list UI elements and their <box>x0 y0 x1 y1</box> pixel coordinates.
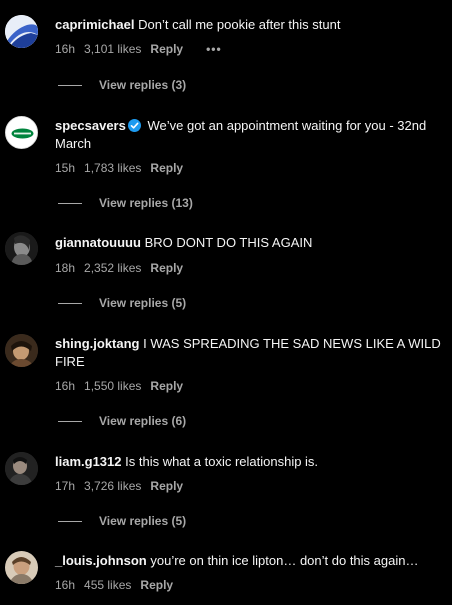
comment-meta: 16h 1,550 likes Reply <box>55 379 183 393</box>
comment-text-block: liam.g1312 Is this what a toxic relation… <box>55 453 444 471</box>
comment-time: 16h <box>55 379 76 393</box>
comment-meta: 17h 3,726 likes Reply <box>55 479 183 493</box>
avatar[interactable] <box>5 116 38 149</box>
comment-likes[interactable]: 1,550 likes <box>84 379 141 393</box>
comment-likes[interactable]: 2,352 likes <box>84 261 141 275</box>
reply-button[interactable]: Reply <box>150 479 183 493</box>
view-replies-button[interactable]: View replies (6) <box>58 414 186 428</box>
comment-body: BRO DONT DO THIS AGAIN <box>144 235 313 250</box>
divider-line <box>58 520 82 522</box>
divider-line <box>58 420 82 422</box>
profile-photo-icon <box>5 334 38 367</box>
view-replies-button[interactable]: View replies (13) <box>58 196 193 210</box>
divider-line <box>58 202 82 204</box>
avatar[interactable] <box>5 452 38 485</box>
view-replies-label: View replies (5) <box>99 514 187 528</box>
view-replies-label: View replies (6) <box>99 414 187 428</box>
comment-likes[interactable]: 3,101 likes <box>84 42 141 56</box>
comment-time: 15h <box>55 161 76 175</box>
comment-time: 16h <box>55 42 76 56</box>
avatar[interactable] <box>5 551 38 584</box>
avatar[interactable] <box>5 232 38 265</box>
view-replies-button[interactable]: View replies (3) <box>58 78 186 92</box>
comment-body: you’re on thin ice lipton… don’t do this… <box>150 553 419 568</box>
profile-photo-icon <box>5 232 38 265</box>
comment-likes[interactable]: 455 likes <box>84 578 131 592</box>
comment-time: 17h <box>55 479 76 493</box>
reply-button[interactable]: Reply <box>150 379 183 393</box>
profile-photo-icon <box>5 551 38 584</box>
comment-text-block: _louis.johnson you’re on thin ice lipton… <box>55 552 444 570</box>
comment-username[interactable]: shing.joktang <box>55 336 140 351</box>
comment-text-block: specsavers We’ve got an appointment wait… <box>55 117 444 153</box>
divider-line <box>58 302 82 304</box>
divider-line <box>58 84 82 86</box>
view-replies-button[interactable]: View replies (5) <box>58 514 186 528</box>
comment-likes[interactable]: 1,783 likes <box>84 161 141 175</box>
comment-meta: 16h 3,101 likes Reply ••• <box>55 42 222 56</box>
view-replies-label: View replies (5) <box>99 296 187 310</box>
comment-username[interactable]: giannatouuuu <box>55 235 141 250</box>
comment-username[interactable]: caprimichael <box>55 17 135 32</box>
comment-body: Is this what a toxic relationship is. <box>125 454 319 469</box>
comment-meta: 16h 455 likes Reply <box>55 578 173 592</box>
comment-username[interactable]: _louis.johnson <box>55 553 147 568</box>
more-options-icon[interactable]: ••• <box>206 42 222 56</box>
reply-button[interactable]: Reply <box>150 261 183 275</box>
comment-time: 16h <box>55 578 76 592</box>
comment-text-block: giannatouuuu BRO DONT DO THIS AGAIN <box>55 234 444 252</box>
comment-body: Don’t call me pookie after this stunt <box>138 17 341 32</box>
view-replies-label: View replies (13) <box>99 196 193 210</box>
comment-username[interactable]: liam.g1312 <box>55 454 122 469</box>
avatar[interactable] <box>5 334 38 367</box>
avatar[interactable] <box>5 15 38 48</box>
comment-text-block: caprimichael Don’t call me pookie after … <box>55 16 444 34</box>
profile-photo-icon <box>5 452 38 485</box>
specsavers-logo-icon <box>6 117 37 148</box>
comment-time: 18h <box>55 261 76 275</box>
reply-button[interactable]: Reply <box>150 161 183 175</box>
comment-meta: 18h 2,352 likes Reply <box>55 261 183 275</box>
comment-meta: 15h 1,783 likes Reply <box>55 161 183 175</box>
view-replies-label: View replies (3) <box>99 78 187 92</box>
verified-badge-icon <box>127 119 141 132</box>
reply-button[interactable]: Reply <box>150 42 183 56</box>
comment-username[interactable]: specsavers <box>55 118 126 133</box>
view-replies-button[interactable]: View replies (5) <box>58 296 186 310</box>
reply-button[interactable]: Reply <box>140 578 173 592</box>
blue-swoosh-icon <box>5 15 38 48</box>
comment-likes[interactable]: 3,726 likes <box>84 479 141 493</box>
comment-text-block: shing.joktang I WAS SPREADING THE SAD NE… <box>55 335 444 371</box>
